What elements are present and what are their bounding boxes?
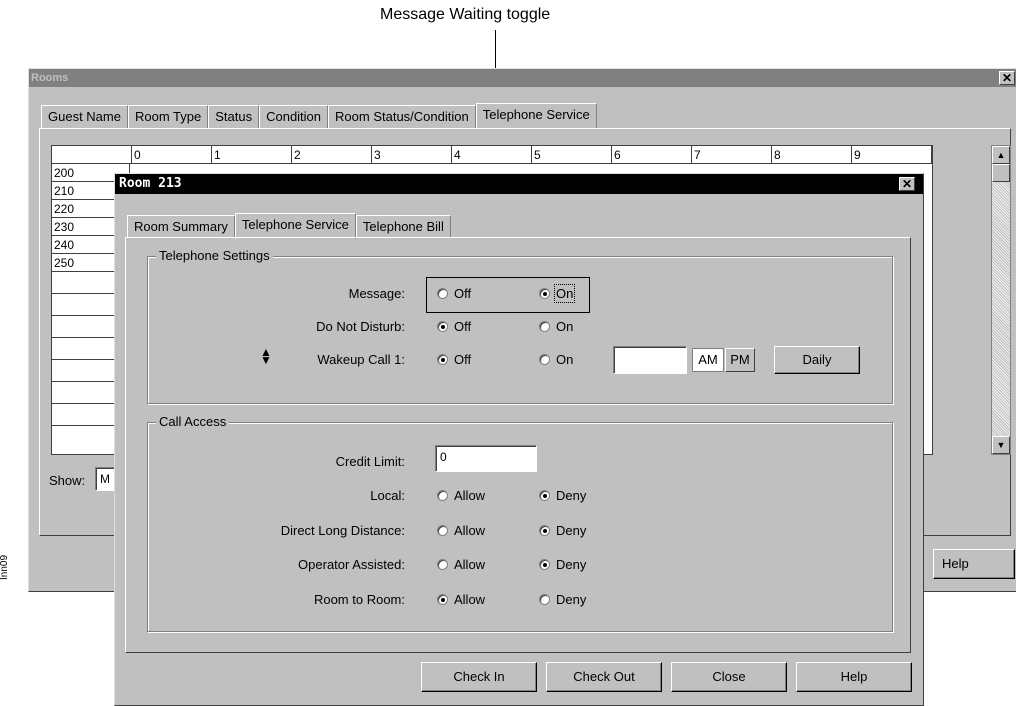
room-allow-radio[interactable]: Allow	[437, 592, 485, 607]
room-deny-radio[interactable]: Deny	[539, 592, 586, 607]
rooms-title: Rooms	[31, 72, 69, 84]
telephone-settings-legend: Telephone Settings	[156, 248, 273, 263]
radio-selected-icon	[437, 321, 448, 332]
room-213-dialog: Room 213 ✕ Room Summary Telephone Servic…	[114, 173, 924, 706]
message-on-label: On	[553, 284, 576, 303]
radio-icon	[539, 321, 550, 332]
radio-icon	[539, 354, 550, 365]
dialog-title-bar: Room 213	[115, 174, 923, 194]
credit-limit-label: Credit Limit:	[335, 454, 405, 469]
radio-icon	[539, 594, 550, 605]
help-button[interactable]: Help	[796, 662, 912, 692]
dialog-close-button[interactable]: ✕	[899, 177, 915, 191]
grid-col-header: 7	[692, 146, 772, 164]
operator-deny-label: Deny	[556, 557, 587, 572]
dld-deny-radio[interactable]: Deny	[539, 523, 586, 538]
radio-selected-icon	[539, 490, 550, 501]
operator-allow-label: Allow	[454, 557, 486, 572]
show-label: Show:	[49, 473, 86, 488]
radio-icon	[437, 288, 448, 299]
message-label: Message:	[348, 286, 405, 301]
radio-selected-icon	[437, 594, 448, 605]
dld-allow-radio[interactable]: Allow	[437, 523, 485, 538]
tab-condition[interactable]: Condition	[259, 105, 329, 128]
operator-assisted-label: Operator Assisted:	[298, 557, 405, 572]
radio-selected-icon	[539, 525, 550, 536]
tab-telephone-bill[interactable]: Telephone Bill	[355, 215, 451, 238]
rooms-close-button[interactable]: ✕	[999, 71, 1015, 85]
wakeup-time-input[interactable]	[613, 346, 687, 374]
local-deny-radio[interactable]: Deny	[539, 488, 586, 503]
scroll-down-icon[interactable]: ▼	[992, 436, 1010, 454]
pm-toggle[interactable]: PM	[725, 348, 755, 372]
grid-vertical-scrollbar[interactable]: ▲ ▼	[991, 145, 1011, 455]
grid-col-header: 6	[612, 146, 692, 164]
do-not-disturb-label: Do Not Disturb:	[316, 319, 405, 334]
wakeup-on-label: On	[556, 352, 574, 367]
check-out-button[interactable]: Check Out	[546, 662, 662, 692]
tab-room-summary[interactable]: Room Summary	[127, 215, 235, 238]
grid-col-header: 2	[292, 146, 372, 164]
radio-icon	[437, 559, 448, 570]
radio-icon	[437, 525, 448, 536]
rooms-title-bar: Rooms	[29, 69, 1016, 87]
message-off-radio[interactable]: Off	[437, 286, 471, 301]
local-label: Local:	[370, 488, 405, 503]
radio-selected-icon	[539, 288, 550, 299]
rooms-tabs: Guest Name Room Type Status Condition Ro…	[41, 103, 597, 129]
dnd-off-radio[interactable]: Off	[437, 319, 471, 334]
credit-limit-input[interactable]: 0	[435, 445, 537, 472]
dld-allow-label: Allow	[454, 523, 486, 538]
dnd-on-radio[interactable]: On	[539, 319, 573, 334]
grid-col-header: 8	[772, 146, 852, 164]
message-off-label: Off	[454, 286, 472, 301]
callout-label: Message Waiting toggle	[380, 6, 551, 23]
dnd-on-label: On	[556, 319, 574, 334]
close-button[interactable]: Close	[671, 662, 787, 692]
grid-col-header: 5	[532, 146, 612, 164]
room-allow-label: Allow	[454, 592, 486, 607]
rooms-help-button[interactable]: Help	[933, 549, 1015, 579]
operator-allow-radio[interactable]: Allow	[437, 557, 485, 572]
local-deny-label: Deny	[556, 488, 587, 503]
wakeup-off-label: Off	[454, 352, 472, 367]
local-allow-label: Allow	[454, 488, 486, 503]
operator-deny-radio[interactable]: Deny	[539, 557, 586, 572]
dld-deny-label: Deny	[556, 523, 587, 538]
call-access-legend: Call Access	[156, 414, 230, 429]
scroll-thumb[interactable]	[992, 164, 1010, 182]
tab-telephone-service[interactable]: Telephone Service	[475, 103, 597, 129]
wakeup-call-label: Wakeup Call 1:	[317, 352, 405, 367]
grid-col-header: 3	[372, 146, 452, 164]
figure-id-label: Inn09	[0, 554, 11, 581]
grid-col-header: 9	[852, 146, 932, 164]
tab-room-type[interactable]: Room Type	[127, 105, 209, 128]
daily-button[interactable]: Daily	[774, 346, 860, 374]
room-deny-label: Deny	[556, 592, 587, 607]
dnd-off-label: Off	[454, 319, 472, 334]
radio-selected-icon	[539, 559, 550, 570]
wakeup-off-radio[interactable]: Off	[437, 352, 471, 367]
tab-status[interactable]: Status	[208, 105, 260, 128]
scroll-up-icon[interactable]: ▲	[992, 146, 1010, 164]
wakeup-on-radio[interactable]: On	[539, 352, 573, 367]
tab-room-status-condition[interactable]: Room Status/Condition	[328, 105, 476, 128]
local-allow-radio[interactable]: Allow	[437, 488, 485, 503]
grid-col-header: 0	[132, 146, 212, 164]
direct-long-distance-label: Direct Long Distance:	[280, 523, 405, 538]
am-toggle[interactable]: AM	[692, 348, 724, 372]
radio-icon	[437, 490, 448, 501]
grid-col-header: 4	[452, 146, 532, 164]
tab-guest-name[interactable]: Guest Name	[41, 105, 128, 128]
radio-selected-icon	[437, 354, 448, 365]
dialog-tabs: Room Summary Telephone Service Telephone…	[127, 213, 451, 239]
grid-corner	[52, 146, 132, 164]
tab-dialog-telephone-service[interactable]: Telephone Service	[234, 213, 356, 239]
message-on-radio[interactable]: On	[539, 284, 576, 303]
dialog-title: Room 213	[119, 176, 182, 191]
room-to-room-label: Room to Room:	[313, 592, 405, 607]
grid-col-header: 1	[212, 146, 292, 164]
check-in-button[interactable]: Check In	[421, 662, 537, 692]
